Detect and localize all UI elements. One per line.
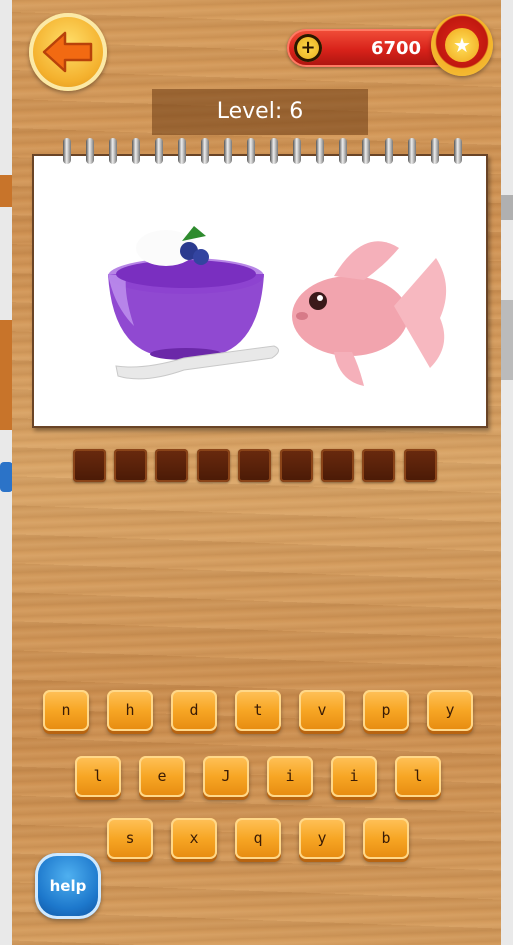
notebook-ring [86,138,94,164]
level-label: Level: 6 [216,99,304,124]
letter-key[interactable]: i [267,756,313,797]
answer-slot[interactable] [114,449,147,482]
jelly-dessert-image [108,226,279,380]
notebook-ring [408,138,416,164]
star-coin-icon: ★ [431,14,493,76]
answer-slot[interactable] [73,449,106,482]
letter-key[interactable]: y [299,818,345,859]
background-element [501,195,513,220]
letter-key[interactable]: n [43,690,89,731]
letter-key[interactable]: q [235,818,281,859]
notebook-ring [339,138,347,164]
letter-key[interactable]: x [171,818,217,859]
letter-key[interactable]: p [363,690,409,731]
answer-slot[interactable] [280,449,313,482]
notebook-ring [362,138,370,164]
answer-slot[interactable] [362,449,395,482]
letter-key[interactable]: b [363,818,409,859]
notebook-ring [63,138,71,164]
answer-slot[interactable] [321,449,354,482]
puzzle-card [32,154,488,428]
answer-slot[interactable] [197,449,230,482]
pink-fish-image [292,241,447,386]
answer-slot[interactable] [238,449,271,482]
letter-key[interactable]: d [171,690,217,731]
notebook-ring [178,138,186,164]
notebook-ring [109,138,117,164]
notebook-ring [431,138,439,164]
back-button[interactable] [29,13,107,91]
add-coins-button[interactable]: + [294,34,322,62]
letter-key[interactable]: v [299,690,345,731]
notebook-ring [224,138,232,164]
notebook-ring [247,138,255,164]
notebook-ring [155,138,163,164]
letter-key[interactable]: s [107,818,153,859]
answer-slot[interactable] [404,449,437,482]
notebook-ring [385,138,393,164]
notebook-ring [316,138,324,164]
letter-key[interactable]: l [395,756,441,797]
background-element [501,300,513,380]
letter-key[interactable]: i [331,756,377,797]
letter-key[interactable]: l [75,756,121,797]
letter-key[interactable]: J [203,756,249,797]
background-page-right [501,0,513,945]
letter-key[interactable]: h [107,690,153,731]
level-banner: Level: 6 [152,89,368,135]
letter-key[interactable]: e [139,756,185,797]
letter-key[interactable]: y [427,690,473,731]
answer-slot[interactable] [155,449,188,482]
notebook-ring [270,138,278,164]
back-arrow-icon [42,31,93,73]
plus-icon: + [300,37,316,58]
notebook-ring [201,138,209,164]
letter-key[interactable]: t [235,690,281,731]
notebook-ring [293,138,301,164]
notebook-ring [132,138,140,164]
notebook-ring [454,138,462,164]
help-label: help [49,877,87,895]
help-button[interactable]: help [35,853,101,919]
game-board: + 6700 ★ Level: 6 n h d t v p y l e J i … [12,0,501,945]
coin-balance: 6700 [370,38,422,59]
